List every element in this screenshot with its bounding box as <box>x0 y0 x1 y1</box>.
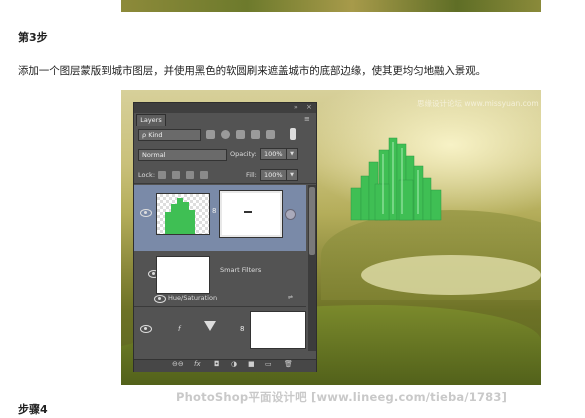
fill-arrow-icon[interactable]: ▼ <box>286 169 298 181</box>
fx-glyph: f <box>178 325 181 333</box>
lock-all-icon[interactable] <box>200 171 208 179</box>
close-icon[interactable]: × <box>306 103 312 111</box>
filter-options-icon[interactable]: ⇌ <box>288 294 293 301</box>
city-thumbnail-image <box>165 198 195 234</box>
filter-toggle-icon[interactable] <box>290 128 296 140</box>
green-city <box>350 137 442 221</box>
lock-transparent-icon[interactable] <box>158 171 166 179</box>
mask-link-icon[interactable]: 8 <box>240 325 244 333</box>
panel-menu-icon[interactable]: ≡ <box>304 115 310 123</box>
layer-row-adjustment[interactable]: f 8 <box>134 307 306 353</box>
layers-panel: » × Layers ≡ ρ Kind Normal Opacity: 100%… <box>133 102 317 372</box>
layer-row-smart-filters[interactable]: Smart Filters Hue/Saturation ⇌ <box>134 252 306 307</box>
collapse-icon[interactable]: » <box>294 104 298 111</box>
triangle-icon <box>204 321 216 331</box>
step-title: 第3步 <box>18 31 48 44</box>
smart-filters-label: Smart Filters <box>220 266 262 274</box>
lock-label: Lock: <box>138 171 156 179</box>
add-mask-icon[interactable]: ◘ <box>214 360 220 368</box>
link-layers-icon[interactable]: ⊖⊖ <box>172 360 184 368</box>
tab-layers[interactable]: Layers <box>136 114 166 126</box>
panel-titlebar <box>134 103 316 113</box>
previous-step-image <box>121 0 541 12</box>
layer-mask-thumbnail[interactable] <box>220 191 282 237</box>
adjustment-layer-icon[interactable]: ◑ <box>231 360 237 368</box>
mask-link-icon[interactable]: 8 <box>212 207 216 215</box>
visibility-eye-icon[interactable] <box>140 209 152 217</box>
blend-mode-dropdown[interactable]: Normal <box>138 149 227 161</box>
lock-image-icon[interactable] <box>172 171 180 179</box>
filter-visibility-eye-icon[interactable] <box>154 295 166 303</box>
fill-input[interactable]: 100% <box>260 169 287 181</box>
layer-mask-thumbnail[interactable] <box>250 311 306 349</box>
smart-object-filter-icon[interactable] <box>266 130 275 139</box>
new-layer-icon[interactable]: ▭ <box>265 360 272 368</box>
mist <box>361 255 541 295</box>
fill-label: Fill: <box>246 171 257 179</box>
filter-kind-dropdown[interactable]: ρ Kind <box>138 129 201 141</box>
scrollbar-thumb[interactable] <box>309 187 315 255</box>
next-step-title: 步骤4 <box>18 403 48 416</box>
fx-icon[interactable]: fx <box>194 360 201 368</box>
hue-saturation-filter[interactable]: Hue/Saturation <box>168 294 217 302</box>
delete-layer-icon[interactable]: 🗑 <box>284 360 293 368</box>
opacity-arrow-icon[interactable]: ▼ <box>286 148 298 160</box>
shape-filter-icon[interactable] <box>251 130 260 139</box>
layer-thumbnail[interactable] <box>156 193 210 235</box>
adjustment-filter-icon[interactable] <box>221 130 230 139</box>
divider <box>134 183 316 184</box>
visibility-eye-icon[interactable] <box>140 325 152 333</box>
watermark-top: 思缘设计论坛 www.missyuan.com <box>417 99 539 108</box>
step-description: 添加一个图层蒙版到城市图层，并使用黑色的软圆刷来遮盖城市的底部边缘，使其更均匀地… <box>18 65 486 77</box>
layer-row-city[interactable]: 8 <box>134 185 306 251</box>
group-icon[interactable]: ■ <box>248 360 255 368</box>
type-filter-icon[interactable] <box>236 130 245 139</box>
lock-position-icon[interactable] <box>186 171 194 179</box>
smart-filter-mask-thumbnail[interactable] <box>156 256 210 294</box>
watermark-bottom: PhotoShop平面设计吧 [www.lineeg.com/tieba/178… <box>176 390 508 404</box>
photoshop-screenshot: 思缘设计论坛 www.missyuan.com » × Layers ≡ ρ K… <box>121 90 541 385</box>
opacity-label: Opacity: <box>230 150 257 158</box>
smart-object-icon <box>285 209 296 220</box>
opacity-input[interactable]: 100% <box>260 148 287 160</box>
pixel-filter-icon[interactable] <box>206 130 215 139</box>
mask-mark <box>244 211 252 213</box>
